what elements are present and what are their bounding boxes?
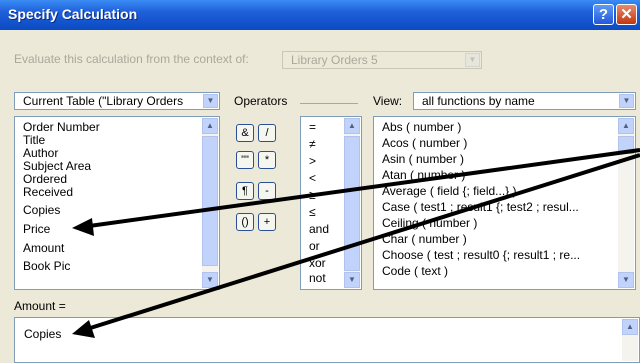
table-select-value: Current Table ("Library Orders: [23, 94, 184, 108]
list-item[interactable]: Copies: [23, 204, 60, 217]
scroll-thumb[interactable]: [618, 136, 634, 154]
parentheses-operator-button[interactable]: (): [236, 213, 254, 231]
concat-operator-button[interactable]: &: [236, 124, 254, 142]
context-label: Evaluate this calculation from the conte…: [14, 52, 249, 66]
list-item[interactable]: ≥: [309, 189, 316, 202]
list-item[interactable]: Case ( test1 ; result1 {; test2 ; resul.…: [382, 201, 579, 214]
operators-divider: [300, 103, 358, 104]
scroll-up-icon[interactable]: ▲: [344, 118, 360, 134]
list-item[interactable]: Abs ( number ): [382, 121, 461, 134]
calculation-input[interactable]: Copies ▲: [14, 317, 640, 363]
list-item[interactable]: <: [309, 172, 316, 185]
operators-label: Operators: [234, 94, 288, 108]
functions-scrollbar[interactable]: ▲ ▼: [618, 118, 634, 288]
list-item[interactable]: Average ( field {; field...} ): [382, 185, 517, 198]
fields-scrollbar[interactable]: ▲ ▼: [202, 118, 218, 288]
list-item[interactable]: Asin ( number ): [382, 153, 464, 166]
table-select[interactable]: Current Table ("Library Orders ▼: [14, 92, 220, 110]
operators-scrollbar[interactable]: ▲ ▼: [344, 118, 360, 288]
title-bar: Specify Calculation ? ✕: [0, 0, 640, 30]
multiply-operator-button[interactable]: *: [258, 151, 276, 169]
list-item[interactable]: Choose ( test ; result0 {; result1 ; re.…: [382, 249, 580, 262]
scroll-thumb[interactable]: [202, 136, 218, 266]
list-item[interactable]: not: [309, 272, 326, 285]
chevron-down-icon[interactable]: ▼: [619, 94, 634, 108]
list-item[interactable]: =: [309, 121, 316, 134]
scroll-up-icon[interactable]: ▲: [618, 118, 634, 134]
fields-list[interactable]: Order Number Title Author Subject Area O…: [14, 116, 220, 290]
calc-field-label: Amount =: [14, 299, 66, 313]
list-item[interactable]: ≤: [309, 206, 316, 219]
view-select[interactable]: all functions by name ▼: [413, 92, 636, 110]
close-icon[interactable]: ✕: [616, 4, 637, 25]
view-select-value: all functions by name: [422, 94, 535, 108]
list-item[interactable]: Atan ( number ): [382, 169, 465, 182]
list-item[interactable]: Amount: [23, 242, 64, 255]
pilcrow-operator-button[interactable]: ¶: [236, 182, 254, 200]
list-item[interactable]: Char ( number ): [382, 233, 467, 246]
list-item[interactable]: >: [309, 155, 316, 168]
list-item[interactable]: Received: [23, 186, 73, 199]
comparison-operators-list[interactable]: = ≠ > < ≥ ≤ and or xor not ▲ ▼: [300, 116, 362, 290]
list-item[interactable]: Ceiling ( number ): [382, 217, 477, 230]
context-select: Library Orders 5 ▼: [282, 51, 482, 69]
functions-list[interactable]: Abs ( number ) Acos ( number ) Asin ( nu…: [373, 116, 636, 290]
scroll-down-icon[interactable]: ▼: [618, 272, 634, 288]
plus-operator-button[interactable]: +: [258, 213, 276, 231]
calc-scrollbar[interactable]: ▲: [622, 319, 638, 361]
scroll-down-icon[interactable]: ▼: [202, 272, 218, 288]
list-item[interactable]: xor: [309, 257, 326, 270]
list-item[interactable]: Price: [23, 223, 50, 236]
scroll-up-icon[interactable]: ▲: [202, 118, 218, 134]
chevron-down-icon[interactable]: ▼: [203, 94, 218, 108]
list-item[interactable]: or: [309, 240, 320, 253]
help-icon[interactable]: ?: [593, 4, 614, 25]
calculation-text: Copies: [24, 327, 62, 341]
list-item[interactable]: Code ( text ): [382, 265, 448, 278]
scroll-up-icon[interactable]: ▲: [622, 319, 638, 335]
list-item[interactable]: ≠: [309, 138, 316, 151]
divide-operator-button[interactable]: /: [258, 124, 276, 142]
list-item[interactable]: and: [309, 223, 329, 236]
minus-operator-button[interactable]: -: [258, 182, 276, 200]
list-item[interactable]: Acos ( number ): [382, 137, 467, 150]
window-title: Specify Calculation: [8, 6, 138, 22]
quote-operator-button[interactable]: "": [236, 151, 254, 169]
scroll-down-icon[interactable]: ▼: [344, 272, 360, 288]
view-label: View:: [373, 94, 403, 108]
context-value: Library Orders 5: [291, 53, 378, 67]
list-item[interactable]: Book Pic: [23, 260, 70, 273]
scroll-thumb[interactable]: [344, 136, 360, 271]
chevron-down-icon: ▼: [465, 53, 480, 67]
